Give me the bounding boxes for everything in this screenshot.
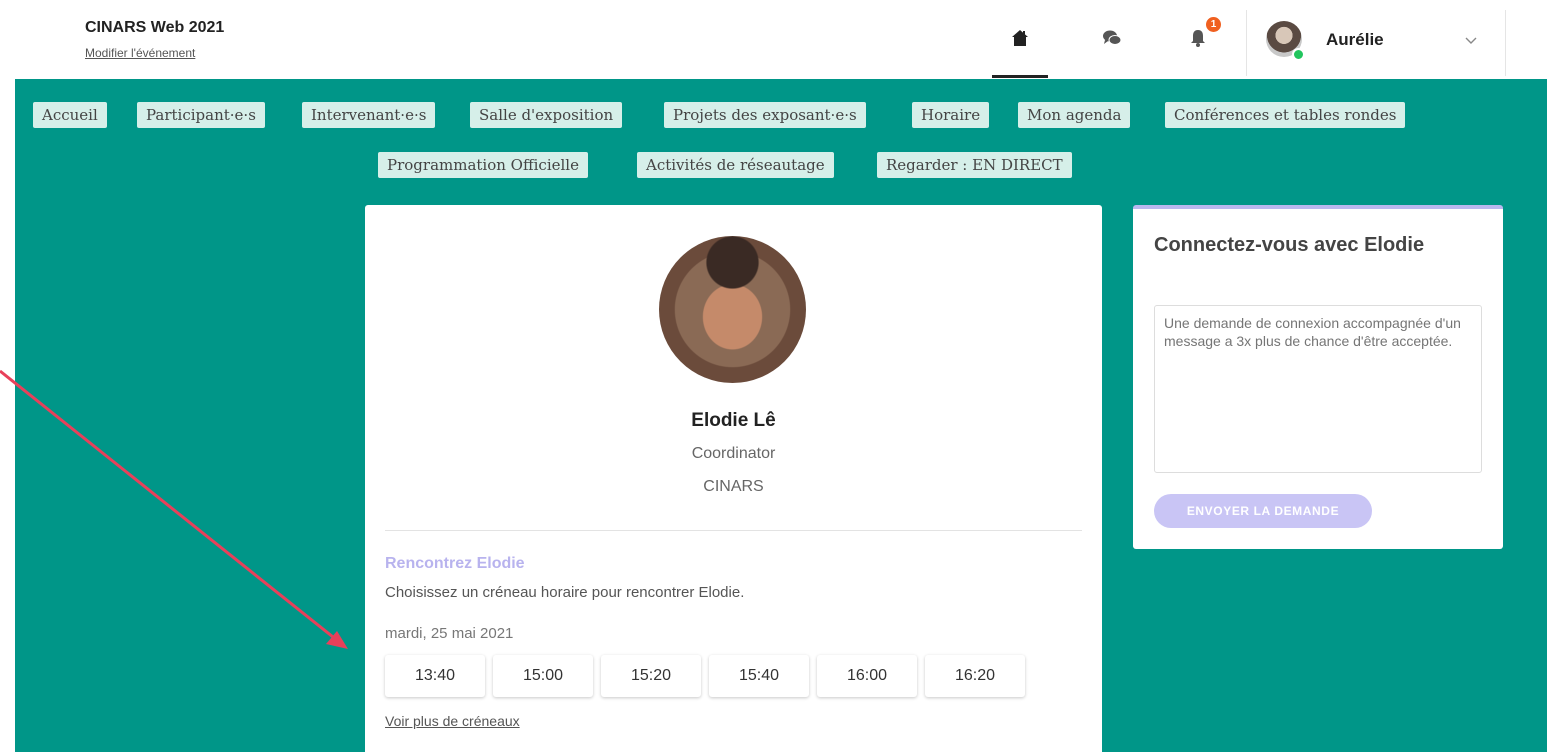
time-slot-button[interactable]: 15:20 [601, 655, 701, 697]
menu-projets-exposants[interactable]: Projets des exposant·e·s [664, 102, 866, 128]
header-divider-right [1505, 10, 1506, 76]
user-name[interactable]: Aurélie [1326, 30, 1384, 50]
home-active-indicator [992, 75, 1048, 78]
menu-programmation[interactable]: Programmation Officielle [378, 152, 588, 178]
menu-regarder-direct[interactable]: Regarder : EN DIRECT [877, 152, 1072, 178]
meeting-title: Rencontrez Elodie [385, 555, 525, 572]
event-title: CINARS Web 2021 [85, 19, 225, 36]
menu-participants[interactable]: Participant·e·s [137, 102, 265, 128]
time-slot-button[interactable]: 16:00 [817, 655, 917, 697]
chevron-down-icon[interactable] [1463, 32, 1479, 48]
more-slots-link[interactable]: Voir plus de créneaux [385, 713, 520, 729]
menu-conferences[interactable]: Conférences et tables rondes [1165, 102, 1406, 128]
profile-organization: CINARS [703, 478, 764, 495]
card-divider [385, 530, 1082, 531]
time-slot-button[interactable]: 16:20 [925, 655, 1025, 697]
online-status-dot [1292, 48, 1305, 61]
time-slot-button[interactable]: 13:40 [385, 655, 485, 697]
header-divider [1246, 10, 1247, 76]
time-slot-button[interactable]: 15:40 [709, 655, 809, 697]
notification-badge: 1 [1206, 17, 1221, 32]
menu-salle-exposition[interactable]: Salle d'exposition [470, 102, 623, 128]
send-request-button[interactable]: ENVOYER LA DEMANDE [1154, 494, 1372, 528]
connect-title: Connectez-vous avec Elodie [1154, 234, 1425, 256]
menu-mon-agenda[interactable]: Mon agenda [1018, 102, 1131, 128]
profile-avatar [659, 236, 806, 383]
menu-accueil[interactable]: Accueil [33, 102, 107, 128]
chat-icon[interactable] [1098, 24, 1126, 52]
menu-intervenants[interactable]: Intervenant·e·s [302, 102, 436, 128]
meeting-description: Choisissez un créneau horaire pour renco… [385, 584, 745, 601]
menu-reseautage[interactable]: Activités de réseautage [637, 152, 834, 178]
connect-message-input[interactable] [1154, 305, 1482, 473]
home-icon[interactable] [1006, 24, 1034, 52]
time-slot-button[interactable]: 15:00 [493, 655, 593, 697]
profile-name: Elodie Lê [691, 410, 776, 431]
top-header: CINARS Web 2021 Modifier l'événement 1 A… [0, 0, 1547, 79]
profile-role: Coordinator [691, 445, 776, 462]
menu-horaire[interactable]: Horaire [912, 102, 990, 128]
edit-event-link[interactable]: Modifier l'événement [85, 46, 195, 60]
meeting-date: mardi, 25 mai 2021 [385, 625, 514, 642]
